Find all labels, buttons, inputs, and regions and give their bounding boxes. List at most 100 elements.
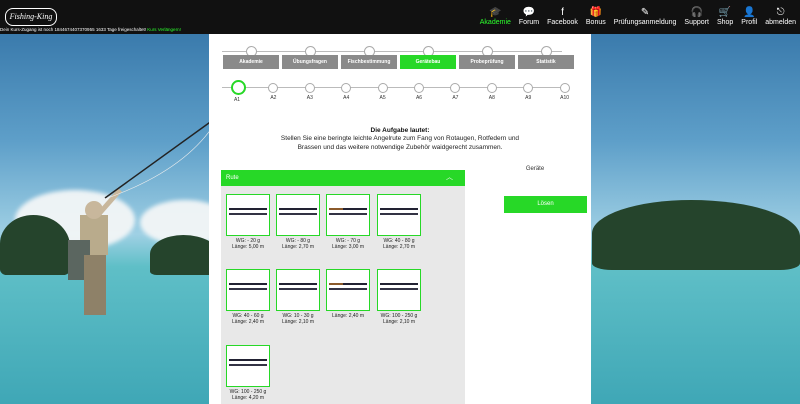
rod-length: Länge: 2,70 m (383, 244, 415, 250)
rod-image[interactable] (377, 269, 421, 311)
rod-card[interactable]: WG: - 20 g Länge: 5,00 m (226, 194, 270, 250)
graduation-cap-icon: 🎓 (489, 7, 502, 18)
solve-button[interactable]: Lösen (504, 196, 587, 213)
substep-circle (450, 83, 461, 93)
rod-length: Länge: 4,20 m (232, 395, 264, 401)
substep-label: A6 (415, 95, 423, 101)
nav-item-profil[interactable]: 👤 Profil (741, 7, 757, 26)
info-text: Dein Kurs-Zugang ist noch 18446744073709… (0, 27, 147, 32)
cart-icon: 🛒 (718, 7, 732, 18)
nav-item-support[interactable]: 🎧 Support (684, 7, 709, 26)
substep-a8[interactable]: A8 (486, 83, 498, 101)
substep-label: A10 (560, 95, 570, 101)
substep-a5[interactable]: A5 (377, 83, 389, 101)
rod-image[interactable] (276, 194, 320, 236)
substep-circle (231, 80, 246, 95)
nav-item-shop[interactable]: 🛒 Shop (717, 7, 733, 26)
user-icon: 👤 (743, 7, 756, 18)
rod-length: Länge: 3,00 m (332, 244, 364, 250)
rod-card[interactable]: WG: 40 - 80 g Länge: 2,70 m (377, 194, 421, 250)
rod-image[interactable] (226, 269, 270, 311)
substep-circle (414, 83, 424, 93)
substep-a10[interactable]: A10 (559, 83, 571, 101)
top-bar: Fishing-King Dein Kurs-Zugang ist noch 1… (0, 0, 800, 34)
headset-icon: 🎧 (690, 7, 703, 18)
category-progress-line (222, 51, 562, 52)
tab-akademie[interactable]: Akademie (223, 55, 279, 69)
rod-length: Länge: 5,00 m (232, 244, 264, 250)
nav-item-abmelden[interactable]: ⎋ abmelden (765, 7, 796, 26)
substep-circle (486, 83, 497, 93)
rod-card[interactable]: WG: - 80 g Länge: 2,70 m (276, 194, 320, 250)
gift-icon: 🎁 (589, 7, 603, 18)
angler-figure (68, 188, 122, 315)
rod-image[interactable] (326, 269, 370, 311)
rod-section-title: Rute (226, 175, 239, 181)
substep-a2[interactable]: A2 (267, 83, 279, 101)
rod-length: Länge: 2,40 m (332, 313, 364, 319)
chat-icon: 💬 (522, 7, 536, 18)
substep-label: A7 (452, 95, 459, 101)
substep-a9[interactable]: A9 (522, 83, 534, 101)
tab-gerätebau[interactable]: Gerätebau (400, 55, 456, 69)
nav-item-forum[interactable]: 💬 Forum (519, 7, 539, 26)
rod-image[interactable] (377, 194, 421, 236)
substep-a1[interactable]: A1 (231, 80, 246, 103)
substep-circle (341, 83, 352, 93)
substep-circle (268, 83, 279, 93)
rod-card[interactable]: Länge: 2,40 m (326, 269, 370, 319)
rod-length: Länge: 2,10 m (282, 319, 314, 325)
rod-length: Länge: 2,10 m (383, 319, 415, 325)
tab-fischbestimmung[interactable]: Fischbestimmung (341, 55, 397, 69)
substep-label: A4 (343, 95, 350, 101)
substep-a3[interactable]: A3 (304, 83, 316, 101)
rod-section-header[interactable]: Rute ︿ (221, 170, 465, 186)
nav-label: Support (684, 19, 709, 26)
nav-item-facebook[interactable]: f Facebook (547, 7, 578, 26)
substep-label: A5 (379, 95, 386, 101)
nav-item-bonus[interactable]: 🎁 Bonus (586, 7, 606, 26)
rod-card[interactable]: WG: 10 - 30 g Länge: 2,10 m (276, 269, 320, 325)
substep-label: A8 (488, 95, 495, 101)
logout-icon: ⎋ (776, 7, 785, 18)
edit-icon: ✎ (640, 7, 650, 18)
main-nav: 🎓 Akademie 💬 Forum f Facebook 🎁 Bonus ✎ Prüfungsa… (472, 7, 796, 26)
rod-image[interactable] (276, 269, 320, 311)
substep-label: A2 (270, 95, 277, 101)
category-tabs: Akademie Übungsfragen Fischbestimmung Gerät… (223, 55, 577, 69)
nav-item-prüfungsanmeldung[interactable]: ✎ Prüfungsanmeldung (614, 7, 677, 26)
tab-probeprüfung[interactable]: Probeprüfung (459, 55, 515, 69)
rod-card[interactable]: WG: 100 - 250 g Länge: 2,10 m (377, 269, 421, 325)
substep-a7[interactable]: A7 (449, 83, 461, 101)
rod-card[interactable]: WG: 40 - 60 g Länge: 2,40 m (226, 269, 270, 325)
substep-circle (559, 83, 570, 93)
chevron-up-icon[interactable]: ︿ (446, 170, 453, 186)
substep-a6[interactable]: A6 (413, 83, 425, 101)
nav-item-akademie[interactable]: 🎓 Akademie (480, 7, 511, 26)
substep-a4[interactable]: A4 (340, 83, 352, 101)
extend-course-link[interactable]: Kurs Verlängern! (147, 27, 181, 32)
facebook-icon: f (561, 7, 564, 18)
rod-card[interactable]: WG: 100 - 250 g Länge: 4,20 m (226, 345, 270, 401)
substep-circle (377, 83, 388, 93)
task-title: Die Aufgabe lautet: (370, 127, 430, 134)
nav-label: abmelden (765, 19, 796, 26)
logo[interactable]: Fishing-King (5, 8, 57, 26)
nav-label: Forum (518, 19, 540, 26)
nav-label: Facebook (547, 19, 578, 26)
substep-label: A1 (233, 97, 241, 103)
island (592, 200, 800, 270)
rod-image[interactable] (326, 194, 370, 236)
task-text: Stellen Sie eine beringte leichte Angelr… (280, 135, 520, 151)
substep-circle (304, 83, 315, 93)
equipment-label: Geräte (525, 166, 545, 172)
tab-statistik[interactable]: Statistik (518, 55, 574, 69)
rod-length: Länge: 2,70 m (282, 244, 314, 250)
rod-length: Länge: 2,40 m (232, 319, 264, 325)
rod-card[interactable]: WG: - 70 g Länge: 3,00 m (326, 194, 370, 250)
nav-label: Shop (716, 19, 734, 26)
rod-image[interactable] (226, 194, 270, 236)
nav-label: Akademie (479, 19, 511, 26)
tab-übungsfragen[interactable]: Übungsfragen (282, 55, 338, 69)
rod-image[interactable] (226, 345, 270, 387)
